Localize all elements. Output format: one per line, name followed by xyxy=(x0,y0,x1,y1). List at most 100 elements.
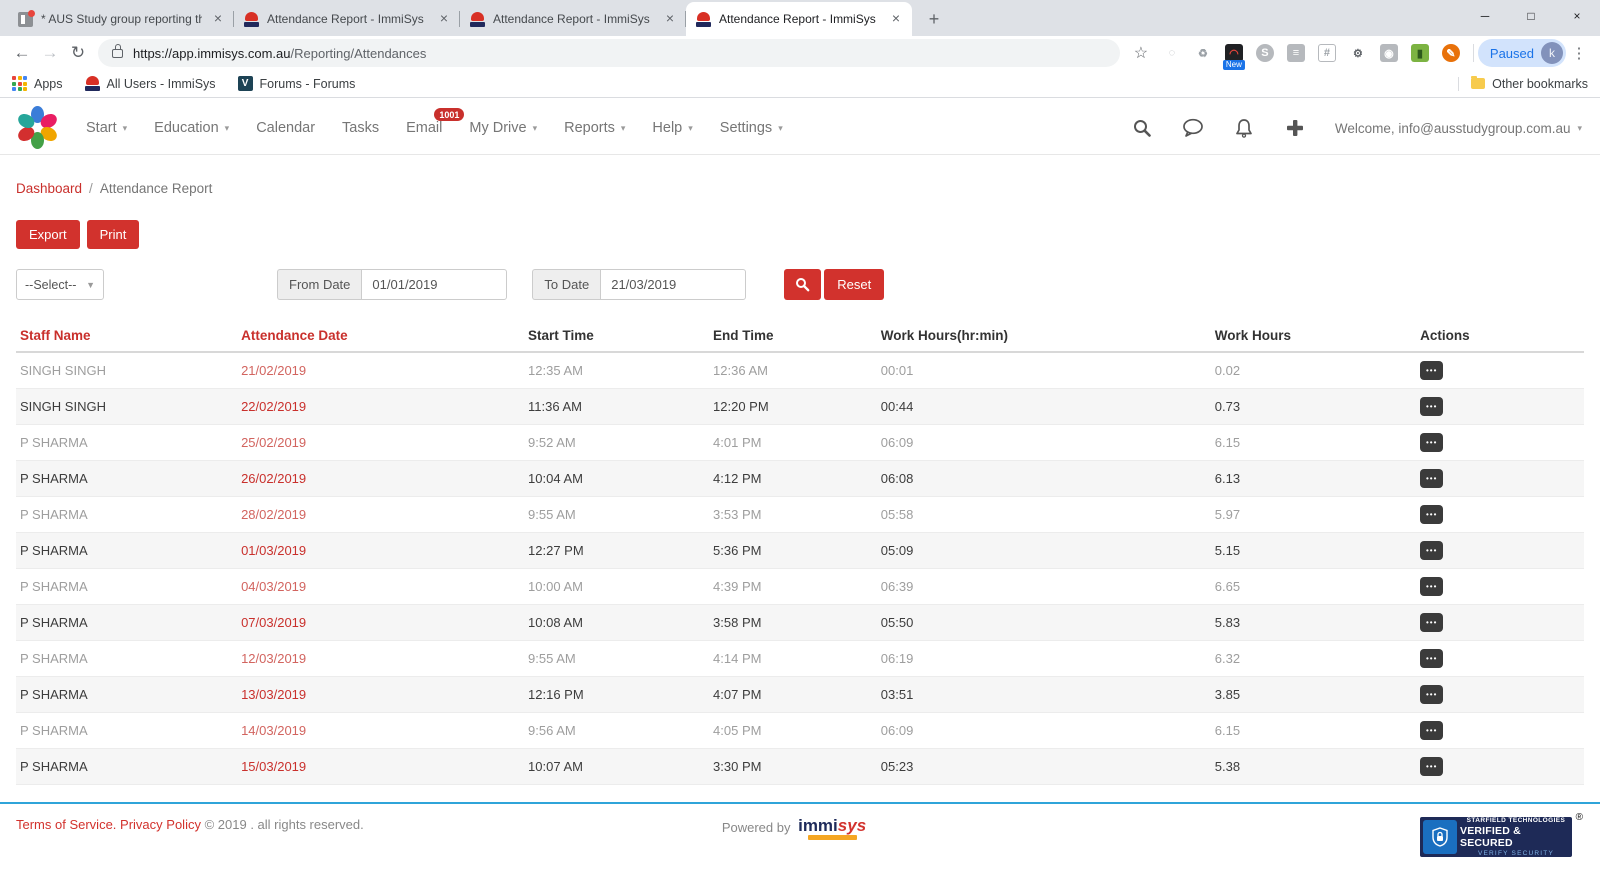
skype-icon[interactable]: S xyxy=(1255,43,1275,63)
report-actions: Export Print xyxy=(16,220,1584,249)
row-actions-button[interactable]: ••• xyxy=(1420,469,1443,488)
maximize-button[interactable]: □ xyxy=(1508,0,1554,32)
profile-avatar[interactable]: k xyxy=(1541,42,1563,64)
reset-button[interactable]: Reset xyxy=(824,269,884,300)
nav-item-reports[interactable]: Reports▾ xyxy=(564,120,625,136)
immisys-favicon xyxy=(85,76,100,91)
close-tab-icon[interactable]: × xyxy=(436,11,452,27)
bookmark-forums-forums[interactable]: VForums - Forums xyxy=(238,76,356,91)
user-account-menu[interactable]: Welcome, info@ausstudygroup.com.au ▾ xyxy=(1335,121,1582,136)
cell-attendance-date: 21/02/2019 xyxy=(237,352,524,389)
row-actions-button[interactable]: ••• xyxy=(1420,541,1443,560)
col-staff-name[interactable]: Staff Name xyxy=(16,320,237,352)
nav-item-tasks[interactable]: Tasks xyxy=(342,120,379,136)
cell-start-time: 9:52 AM xyxy=(524,425,709,461)
close-window-button[interactable]: × xyxy=(1554,0,1600,32)
close-tab-icon[interactable]: × xyxy=(662,11,678,27)
feather-icon-glyph: ✎ xyxy=(1442,44,1460,62)
cell-attendance-date: 14/03/2019 xyxy=(237,713,524,749)
recycle-icon-glyph: ♻ xyxy=(1194,44,1212,62)
camera-icon[interactable]: ◉ xyxy=(1379,43,1399,63)
nav-item-start[interactable]: Start▾ xyxy=(86,120,127,136)
cell-attendance-date: 07/03/2019 xyxy=(237,605,524,641)
close-tab-icon[interactable]: × xyxy=(888,11,904,27)
col-work-hours-hr-min: Work Hours(hr:min) xyxy=(877,320,1211,352)
row-actions-button[interactable]: ••• xyxy=(1420,757,1443,776)
bookmark-apps[interactable]: Apps xyxy=(12,76,63,91)
browser-tab[interactable]: * AUS Study group reporting tha× xyxy=(8,2,234,36)
phone-icon-glyph: ▮ xyxy=(1411,44,1429,62)
notifications-bell-icon[interactable] xyxy=(1233,117,1255,139)
sync-paused-chip[interactable]: Paused k xyxy=(1478,39,1566,67)
print-button[interactable]: Print xyxy=(87,220,140,249)
grid-icon[interactable]: # xyxy=(1317,43,1337,63)
row-actions-button[interactable]: ••• xyxy=(1420,577,1443,596)
nav-item-calendar[interactable]: Calendar xyxy=(256,120,315,136)
row-actions-button[interactable]: ••• xyxy=(1420,433,1443,452)
table-row: SINGH SINGH21/02/201912:35 AM12:36 AM00:… xyxy=(16,352,1584,389)
powered-by-label: Powered by xyxy=(722,820,791,835)
row-actions-button[interactable]: ••• xyxy=(1420,361,1443,380)
cell-actions: ••• xyxy=(1416,569,1584,605)
verified-secured-badge[interactable]: STARFIELD TECHNOLOGIES VERIFIED & SECURE… xyxy=(1420,817,1572,857)
to-date-input[interactable] xyxy=(600,269,746,300)
minimize-button[interactable]: ─ xyxy=(1462,0,1508,32)
aus-study-group-logo[interactable] xyxy=(16,106,60,150)
terms-of-service-link[interactable]: Terms of Service. xyxy=(16,817,116,832)
nav-item-help[interactable]: Help▾ xyxy=(652,120,692,136)
browser-tab[interactable]: Attendance Report - ImmiSys× xyxy=(234,2,460,36)
close-tab-icon[interactable]: × xyxy=(210,11,226,27)
nav-item-settings[interactable]: Settings▾ xyxy=(720,120,783,136)
badge-line3: VERIFY SECURITY xyxy=(1478,850,1554,857)
reload-icon[interactable]: ↻ xyxy=(64,39,92,67)
staff-select-dropdown[interactable]: --Select-- ▼ xyxy=(16,269,104,300)
row-actions-button[interactable]: ••• xyxy=(1420,685,1443,704)
row-actions-button[interactable]: ••• xyxy=(1420,397,1443,416)
cell-work-hours-hrmin: 03:51 xyxy=(877,677,1211,713)
cell-work-hours: 0.02 xyxy=(1211,352,1416,389)
search-icon[interactable] xyxy=(1131,117,1153,139)
cell-actions: ••• xyxy=(1416,352,1584,389)
cog-icon[interactable]: ⚙ xyxy=(1348,43,1368,63)
bookmark-all-users-immisys[interactable]: All Users - ImmiSys xyxy=(85,76,216,91)
breadcrumb-dashboard-link[interactable]: Dashboard xyxy=(16,181,82,196)
export-button[interactable]: Export xyxy=(16,220,80,249)
other-bookmarks[interactable]: Other bookmarks xyxy=(1458,77,1588,91)
table-row: P SHARMA26/02/201910:04 AM4:12 PM06:086.… xyxy=(16,461,1584,497)
document-icon[interactable]: ≡ xyxy=(1286,43,1306,63)
address-bar[interactable]: https://app.immisys.com.au/Reporting/Att… xyxy=(98,39,1120,67)
cell-start-time: 9:55 AM xyxy=(524,641,709,677)
new-tab-button[interactable]: + xyxy=(920,5,948,33)
browser-menu-icon[interactable]: ⋮ xyxy=(1566,40,1592,66)
add-plus-icon[interactable] xyxy=(1284,117,1306,139)
row-actions-button[interactable]: ••• xyxy=(1420,721,1443,740)
browser-tab[interactable]: Attendance Report - ImmiSys × xyxy=(460,2,686,36)
nav-item-education[interactable]: Education▾ xyxy=(154,120,229,136)
cell-start-time: 10:04 AM xyxy=(524,461,709,497)
col-attendance-date[interactable]: Attendance Date xyxy=(237,320,524,352)
privacy-policy-link[interactable]: Privacy Policy xyxy=(120,817,201,832)
nav-item-my-drive[interactable]: My Drive▾ xyxy=(469,120,537,136)
browser-tab[interactable]: Attendance Report - ImmiSys× xyxy=(686,2,912,36)
forward-icon[interactable]: → xyxy=(36,39,64,67)
recycle-icon[interactable]: ♻ xyxy=(1193,43,1213,63)
gauge-icon[interactable]: ◠New xyxy=(1224,43,1244,63)
nav-item-email[interactable]: Email1001 xyxy=(406,120,442,136)
cell-staff-name: P SHARMA xyxy=(16,605,237,641)
row-actions-button[interactable]: ••• xyxy=(1420,649,1443,668)
cell-staff-name: SINGH SINGH xyxy=(16,352,237,389)
tab-title: Attendance Report - ImmiSys xyxy=(493,12,654,26)
phone-icon[interactable]: ▮ xyxy=(1410,43,1430,63)
bookmark-star-icon[interactable]: ☆ xyxy=(1128,40,1154,66)
row-actions-button[interactable]: ••• xyxy=(1420,613,1443,632)
back-icon[interactable]: ← xyxy=(8,39,36,67)
feather-icon[interactable]: ✎ xyxy=(1441,43,1461,63)
circle-icon[interactable]: ◌ xyxy=(1162,43,1182,63)
document-icon-glyph: ≡ xyxy=(1287,44,1305,62)
search-button[interactable] xyxy=(784,269,821,300)
cell-actions: ••• xyxy=(1416,461,1584,497)
from-date-input[interactable] xyxy=(361,269,507,300)
row-actions-button[interactable]: ••• xyxy=(1420,505,1443,524)
immisys-logo: immisys xyxy=(798,817,866,840)
chat-icon[interactable] xyxy=(1182,117,1204,139)
